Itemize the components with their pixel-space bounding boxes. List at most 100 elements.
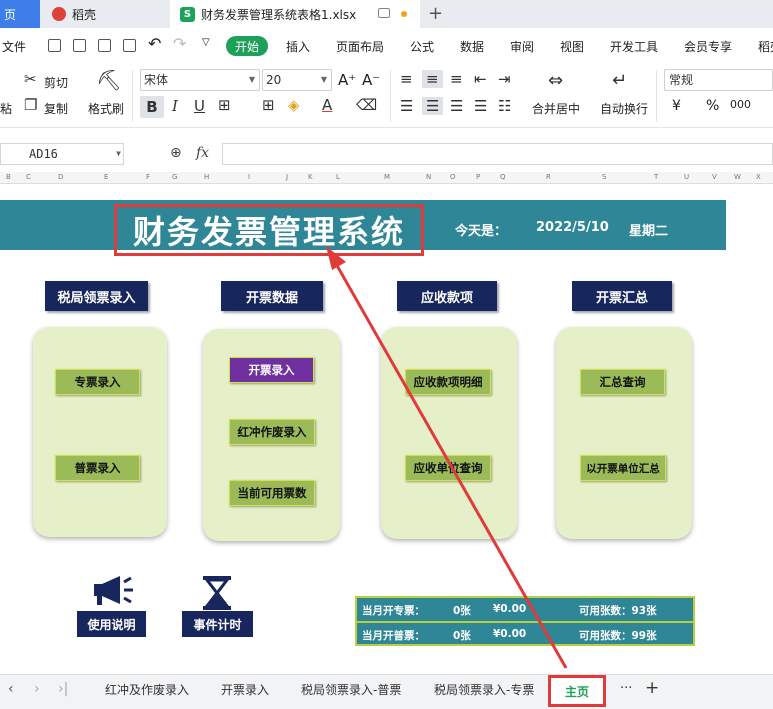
wrap-text-icon[interactable]: ↵	[612, 70, 627, 91]
align-middle-icon[interactable]: ≡	[422, 70, 443, 88]
align-left-icon[interactable]: ☰	[400, 97, 413, 115]
align-bottom-icon[interactable]: ≡	[450, 70, 463, 88]
sheet-tab-home[interactable]: 主页	[548, 675, 606, 707]
column-label[interactable]: H	[204, 173, 209, 181]
merge-cells-icon[interactable]: ⊞	[262, 96, 275, 114]
number-format-select[interactable]: 常规	[664, 69, 773, 91]
more-tabs-icon[interactable]: ···	[620, 681, 632, 696]
column-label[interactable]: S	[602, 173, 606, 181]
column-label[interactable]: R	[546, 173, 551, 181]
column-label[interactable]: Q	[500, 173, 506, 181]
column-label[interactable]: W	[734, 173, 741, 181]
bold-button[interactable]: B	[140, 96, 164, 118]
menu-view[interactable]: 视图	[560, 38, 584, 55]
thousands-button[interactable]: 000	[730, 98, 751, 111]
indent-increase-icon[interactable]: ⇥	[498, 70, 511, 88]
menu-insert[interactable]: 插入	[286, 38, 310, 55]
font-shrink-button[interactable]: A⁻	[362, 71, 380, 89]
font-size-select[interactable]: 20 ▼	[262, 69, 332, 91]
column-label[interactable]: C	[26, 173, 31, 181]
export-icon[interactable]	[73, 39, 86, 52]
underline-button[interactable]: U	[194, 97, 205, 115]
formula-input[interactable]	[222, 143, 773, 165]
sheet-grid[interactable]: 财务发票管理系统 今天是： 2022/5/10 星期二 税局领票录入 专票录入 …	[0, 184, 773, 674]
column-label[interactable]: L	[336, 173, 340, 181]
column-label[interactable]: X	[756, 173, 761, 181]
wrap-text-button[interactable]: 自动换行	[600, 100, 648, 117]
function-icon[interactable]: fx	[196, 145, 209, 161]
last-sheet-icon[interactable]: ›|	[58, 681, 68, 697]
cell-name-box[interactable]: AD16 ▼	[0, 143, 124, 165]
receivables-unit-query-button[interactable]: 应收单位查询	[405, 455, 491, 481]
align-right-icon[interactable]: ☰	[450, 97, 463, 115]
available-invoice-count-button[interactable]: 当前可用票数	[229, 480, 315, 506]
percent-button[interactable]: %	[706, 98, 719, 114]
format-painter-icon[interactable]: ⛏	[96, 68, 121, 92]
invoice-entry-button[interactable]: 开票录入	[229, 357, 314, 383]
sheet-tab-tax-normal[interactable]: 税局领票录入-普票	[301, 681, 401, 698]
column-label[interactable]: O	[450, 173, 456, 181]
sheet-tab-invoice-entry[interactable]: 开票录入	[221, 681, 269, 698]
fill-color-icon[interactable]: ◈	[288, 96, 300, 114]
scissors-icon[interactable]: ✂	[24, 70, 37, 88]
chevron-right-icon[interactable]: ›	[34, 681, 40, 697]
menu-file[interactable]: 文件	[2, 38, 26, 55]
print-preview-icon[interactable]	[123, 39, 136, 52]
column-label[interactable]: B	[6, 173, 11, 181]
merge-center-button[interactable]: 合并居中	[532, 100, 580, 117]
copy-icon[interactable]: ❐	[24, 96, 37, 114]
column-label[interactable]: F	[146, 173, 150, 181]
sheet-tab-red-void[interactable]: 红冲及作废录入	[105, 681, 189, 698]
align-top-icon[interactable]: ≡	[400, 70, 413, 88]
tab-home[interactable]: 页	[0, 0, 40, 28]
column-label[interactable]: M	[384, 173, 390, 181]
cut-button[interactable]: 剪切	[44, 74, 68, 91]
merge-center-icon[interactable]: ⇔	[548, 70, 563, 91]
chevron-left-icon[interactable]: ‹	[8, 681, 14, 697]
column-label[interactable]: J	[286, 173, 288, 181]
megaphone-icon[interactable]	[90, 574, 136, 611]
sheet-tab-tax-special[interactable]: 税局领票录入-专票	[434, 681, 534, 698]
event-timer-button[interactable]: 事件计时	[182, 611, 253, 637]
menu-page-layout[interactable]: 页面布局	[336, 38, 384, 55]
column-label[interactable]: P	[476, 173, 480, 181]
italic-button[interactable]: I	[172, 97, 178, 115]
redo-icon[interactable]: ↷	[173, 34, 186, 53]
menu-member[interactable]: 会员专享	[684, 38, 732, 55]
align-center-icon[interactable]: ☰	[422, 97, 444, 115]
column-label[interactable]: N	[426, 173, 431, 181]
font-family-select[interactable]: 宋体 ▼	[140, 69, 260, 91]
column-label[interactable]: E	[104, 173, 108, 181]
border-icon[interactable]: ⊞	[218, 96, 231, 114]
column-label[interactable]: D	[58, 173, 63, 181]
receivables-detail-button[interactable]: 应收款项明细	[405, 369, 491, 395]
indent-decrease-icon[interactable]: ⇤	[474, 70, 487, 88]
summary-by-unit-button[interactable]: 以开票单位汇总	[580, 455, 666, 481]
special-invoice-entry-button[interactable]: 专票录入	[55, 369, 140, 395]
monitor-icon[interactable]	[378, 8, 390, 18]
menu-review[interactable]: 审阅	[510, 38, 534, 55]
currency-button[interactable]: ¥	[672, 98, 681, 114]
justify-icon[interactable]: ☰	[474, 97, 487, 115]
clear-format-icon[interactable]: ⌫	[356, 96, 377, 114]
zoom-icon[interactable]: ⊕	[170, 145, 182, 161]
new-tab-plus-icon[interactable]: +	[428, 3, 443, 24]
font-color-icon[interactable]: A	[322, 96, 332, 114]
distributed-icon[interactable]: ☷	[498, 97, 511, 115]
undo-icon[interactable]: ↶	[148, 34, 161, 53]
tab-document[interactable]: S 财务发票管理系统表格1.xlsx	[170, 0, 420, 28]
copy-button[interactable]: 复制	[44, 100, 68, 117]
hourglass-icon[interactable]	[201, 576, 233, 613]
column-label[interactable]: U	[684, 173, 689, 181]
save-icon[interactable]	[48, 39, 61, 52]
column-label[interactable]: I	[248, 173, 250, 181]
paste-label[interactable]: 粘	[0, 100, 12, 117]
menu-formula[interactable]: 公式	[410, 38, 434, 55]
menu-start[interactable]: 开始	[226, 36, 268, 56]
column-label[interactable]: V	[712, 173, 717, 181]
column-label[interactable]: K	[308, 173, 313, 181]
chevron-down-icon[interactable]: ▽	[202, 37, 210, 48]
red-void-entry-button[interactable]: 红冲作废录入	[229, 419, 315, 445]
font-grow-button[interactable]: A⁺	[338, 71, 356, 89]
add-sheet-icon[interactable]: +	[645, 678, 659, 698]
